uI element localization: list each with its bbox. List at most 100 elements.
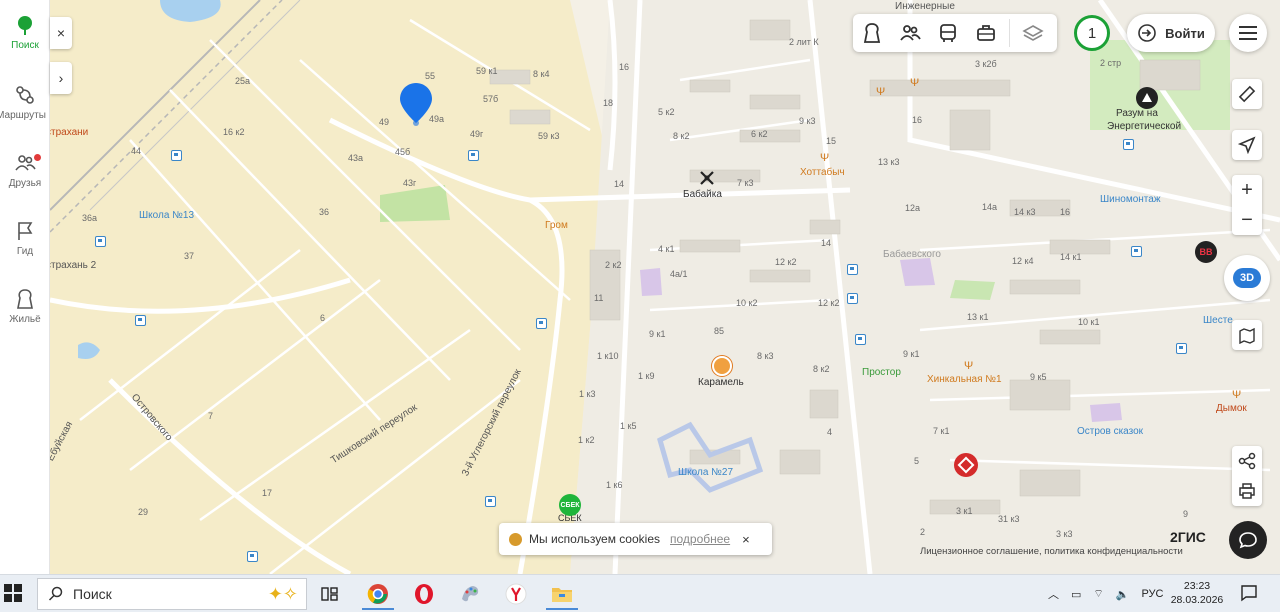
transport-icon bbox=[940, 24, 956, 42]
house-number: 14 bbox=[821, 238, 832, 248]
poi-parking-icon[interactable] bbox=[954, 453, 978, 477]
poi-karamel[interactable]: Карамель bbox=[698, 378, 744, 388]
poi-razum-line1[interactable]: Разум на bbox=[1116, 109, 1158, 119]
house-number: 9 bbox=[1183, 509, 1189, 519]
poi-hottabych[interactable]: Хоттабыч bbox=[800, 168, 845, 178]
login-label: Войти bbox=[1165, 25, 1205, 41]
print-icon bbox=[1239, 483, 1255, 499]
briefcase-icon bbox=[977, 25, 995, 41]
location-pin-icon[interactable] bbox=[400, 83, 432, 127]
poi-prostor[interactable]: Простор bbox=[862, 368, 901, 378]
opera-app-button[interactable] bbox=[404, 578, 444, 610]
poi-hinkalnaya[interactable]: Хинкальная №1 bbox=[927, 375, 1002, 385]
legal-links[interactable]: Лицензионное соглашение, политика конфид… bbox=[920, 546, 1183, 557]
zoom-in-button[interactable]: + bbox=[1232, 175, 1262, 205]
poi-karamel-icon[interactable] bbox=[712, 356, 732, 376]
house-number: 12 к2 bbox=[818, 298, 840, 308]
poi-shinomontazh[interactable]: Шиномонтаж bbox=[1100, 195, 1161, 205]
layers-button[interactable] bbox=[1014, 14, 1052, 52]
street-label: Бабаевского bbox=[883, 249, 941, 260]
file-explorer-icon bbox=[552, 588, 572, 602]
house-number: 7 bbox=[208, 411, 214, 421]
poi-babaika[interactable]: Бабайка bbox=[683, 190, 722, 200]
bus-stop-icon[interactable] bbox=[1123, 139, 1134, 150]
volume-muted-icon[interactable]: 🔈 bbox=[1116, 588, 1130, 601]
chat-button[interactable] bbox=[1229, 521, 1267, 559]
sidebar-item-search[interactable]: Поиск bbox=[0, 14, 50, 51]
language-indicator[interactable]: РУС bbox=[1141, 588, 1163, 600]
sidebar-item-housing[interactable]: Жильё bbox=[0, 288, 50, 325]
house-number: 8 к3 bbox=[757, 351, 774, 361]
login-button[interactable]: Войти bbox=[1127, 14, 1215, 52]
share-button[interactable] bbox=[1232, 446, 1262, 476]
3d-toggle-button[interactable]: 3D bbox=[1224, 255, 1270, 301]
sidebar-item-friends[interactable]: Друзья bbox=[0, 152, 50, 189]
cookie-icon bbox=[509, 532, 522, 546]
poi-razum-icon[interactable] bbox=[1136, 87, 1158, 109]
house-number: 10 к1 bbox=[1078, 317, 1100, 327]
places-button[interactable] bbox=[853, 14, 891, 52]
people-button[interactable] bbox=[891, 14, 929, 52]
sidebar-item-guide[interactable]: Гид bbox=[0, 220, 50, 257]
house-number: 15 bbox=[826, 136, 837, 146]
house-number: 14 к1 bbox=[1060, 252, 1082, 262]
poi-dymok[interactable]: Дымок bbox=[1216, 404, 1247, 414]
notifications-button[interactable] bbox=[1240, 584, 1260, 604]
collapse-panel-button[interactable]: × bbox=[50, 17, 72, 49]
poi-ostrov-skazok[interactable]: Остров сказок bbox=[1077, 427, 1143, 437]
windows-start-button[interactable] bbox=[4, 584, 24, 604]
file-explorer-app-button[interactable] bbox=[542, 578, 582, 610]
zoom-out-button[interactable]: − bbox=[1232, 205, 1262, 235]
poi-grom[interactable]: Гром bbox=[545, 221, 568, 231]
bus-stop-icon[interactable] bbox=[536, 318, 547, 329]
poi-sbek-icon[interactable]: СБЕК bbox=[559, 494, 581, 516]
bus-stop-icon[interactable] bbox=[847, 264, 858, 275]
poi-razum-line2[interactable]: Энергетической bbox=[1107, 122, 1181, 132]
house-number: 1 к10 bbox=[597, 351, 619, 361]
taskbar-clock[interactable]: 23:23 28.03.2026 bbox=[1162, 579, 1232, 607]
close-icon: × bbox=[56, 25, 66, 41]
task-view-button[interactable] bbox=[310, 578, 350, 610]
poi-school-27[interactable]: Школа №27 bbox=[678, 468, 733, 478]
bus-stop-icon[interactable] bbox=[855, 334, 866, 345]
yandex-app-button[interactable] bbox=[496, 578, 536, 610]
bus-stop-icon[interactable] bbox=[485, 496, 496, 507]
poi-bb-icon[interactable]: BB bbox=[1195, 241, 1217, 263]
transport-button[interactable] bbox=[929, 14, 967, 52]
bus-stop-icon[interactable] bbox=[171, 150, 182, 161]
map-canvas[interactable]: 55 59 к1 8 к4 16 2 лит К 3 к2б 2 стр 57б… bbox=[50, 0, 1280, 574]
bus-stop-icon[interactable] bbox=[847, 293, 858, 304]
cookie-close-button[interactable]: × bbox=[742, 532, 750, 547]
count-badge[interactable]: 1 bbox=[1074, 15, 1110, 51]
house-number: 6 к2 bbox=[751, 129, 768, 139]
map-mode-button[interactable] bbox=[1232, 320, 1262, 350]
bus-stop-icon[interactable] bbox=[135, 315, 146, 326]
house-number: 49г bbox=[470, 129, 484, 139]
chrome-app-button[interactable] bbox=[358, 578, 398, 610]
wifi-icon[interactable]: ⌔ bbox=[1093, 587, 1103, 601]
cookie-more-link[interactable]: подробнее bbox=[670, 532, 730, 546]
chevron-up-icon[interactable]: ︿ bbox=[1048, 586, 1059, 602]
my-location-button[interactable] bbox=[1232, 130, 1262, 160]
poi-school-13[interactable]: Школа №13 bbox=[139, 211, 194, 221]
sidebar-item-routes[interactable]: Маршруты bbox=[0, 84, 50, 121]
bus-stop-icon[interactable] bbox=[468, 150, 479, 161]
taskbar-search[interactable]: Поиск ✦✧ bbox=[37, 578, 307, 610]
bus-stop-icon[interactable] bbox=[247, 551, 258, 562]
sidebar-item-label: Жильё bbox=[9, 314, 41, 325]
menu-button[interactable] bbox=[1229, 14, 1267, 52]
ruler-button[interactable] bbox=[1232, 79, 1262, 109]
business-button[interactable] bbox=[967, 14, 1005, 52]
paint-app-button[interactable] bbox=[450, 578, 490, 610]
expand-panel-button[interactable]: › bbox=[50, 62, 72, 94]
bus-stop-icon[interactable] bbox=[1131, 246, 1142, 257]
house-number: 1 к6 bbox=[606, 480, 623, 490]
poi-shest[interactable]: Шесте bbox=[1203, 316, 1233, 326]
print-button[interactable] bbox=[1232, 476, 1262, 506]
poi-babaika-icon[interactable] bbox=[699, 170, 715, 186]
bus-stop-icon[interactable] bbox=[1176, 343, 1187, 354]
battery-icon[interactable]: ▭ bbox=[1071, 588, 1081, 601]
bus-stop-icon[interactable] bbox=[95, 236, 106, 247]
house-number: 10 к2 bbox=[736, 298, 758, 308]
house-number: 8 к2 bbox=[673, 131, 690, 141]
